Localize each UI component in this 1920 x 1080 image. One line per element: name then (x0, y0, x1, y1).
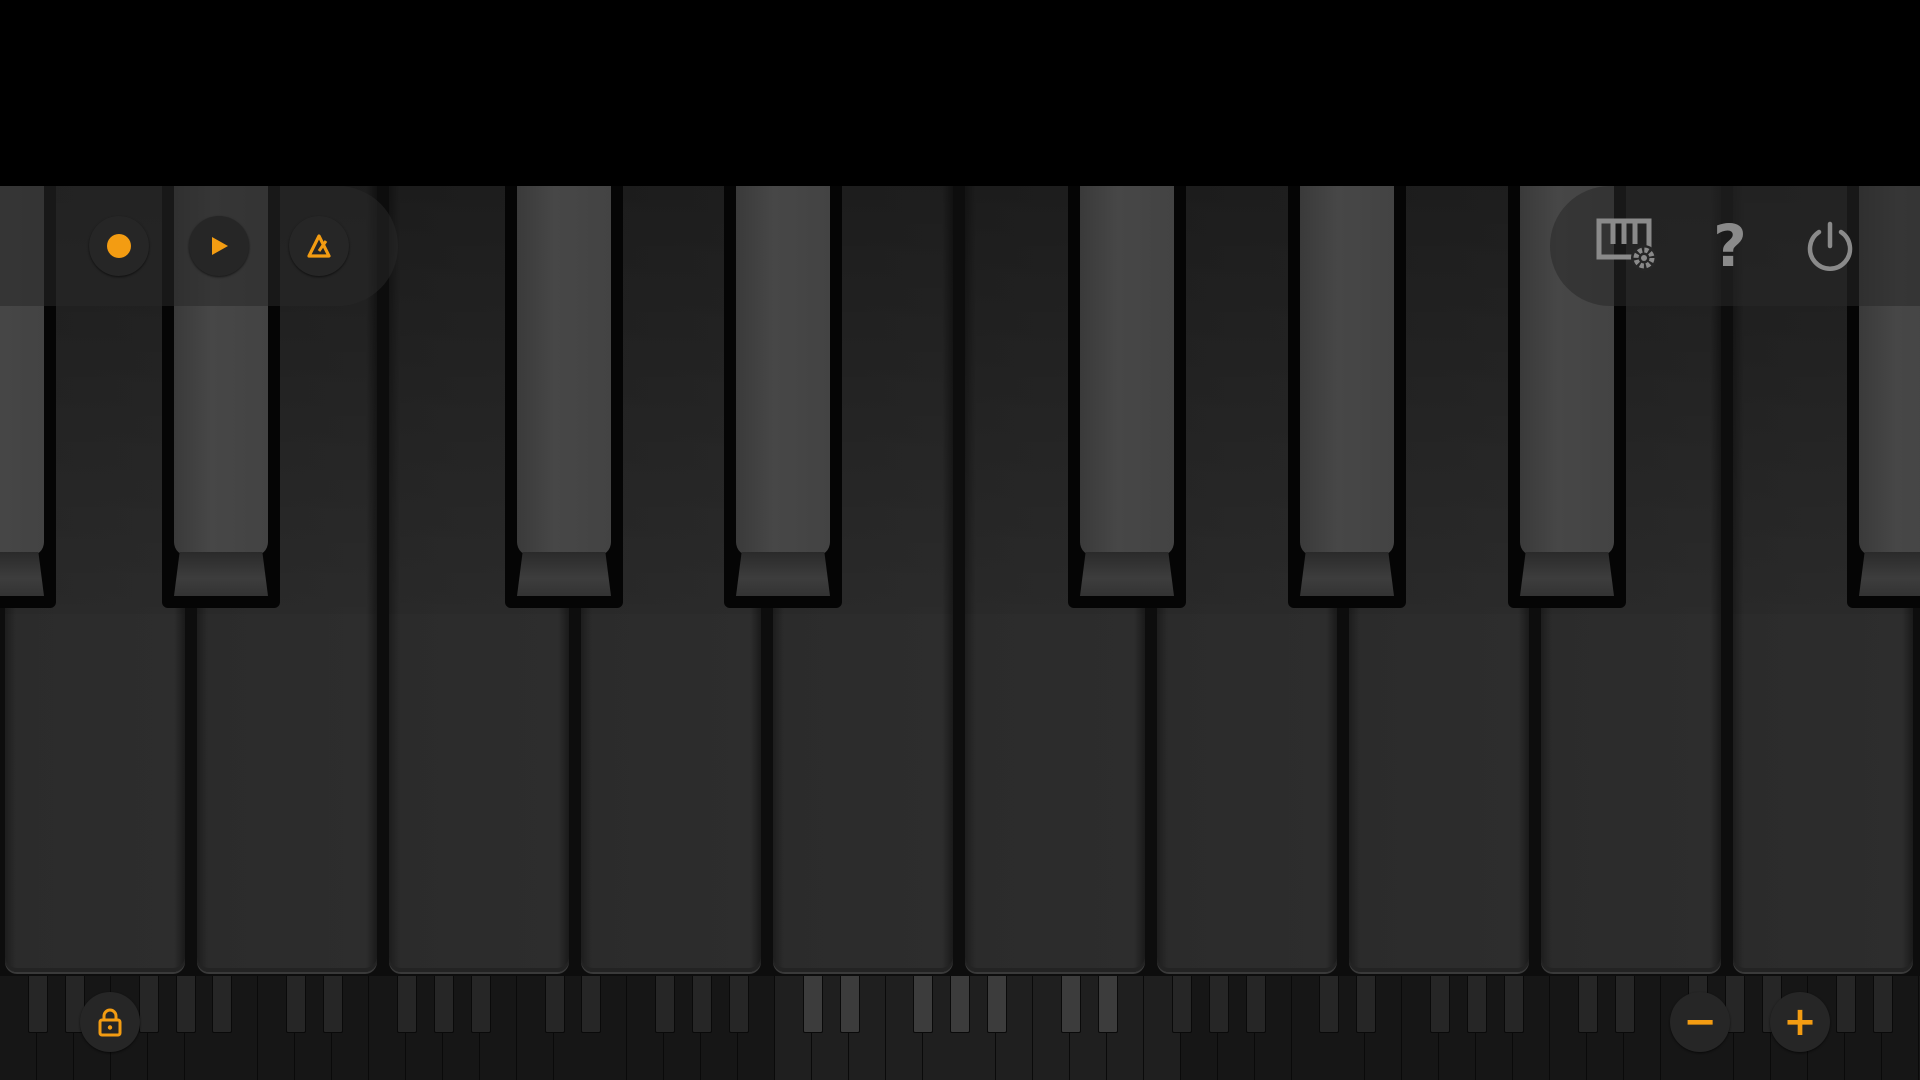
lock-button[interactable] (80, 992, 140, 1052)
black-key-bevel (174, 552, 268, 596)
mini-black-key (1467, 976, 1487, 1033)
metronome-button[interactable] (289, 216, 349, 276)
black-key-bevel (1859, 552, 1920, 596)
keyboard-settings-button[interactable] (1593, 211, 1663, 281)
zoom-in-button[interactable]: + (1770, 992, 1830, 1052)
black-key-face (1080, 186, 1174, 556)
black-key-bevel (1520, 552, 1614, 596)
play-triangle-icon (212, 237, 228, 255)
mini-black-key (1578, 976, 1598, 1033)
record-dot-icon (107, 234, 131, 258)
mini-black-key (286, 976, 306, 1033)
mini-black-key (176, 976, 196, 1033)
question-mark-icon: ? (1713, 212, 1747, 280)
black-key-bevel (517, 552, 611, 596)
mini-black-key (1873, 976, 1893, 1033)
mini-black-key (1061, 976, 1081, 1033)
minus-icon: − (1683, 999, 1717, 1045)
mini-black-key (1209, 976, 1229, 1033)
black-key-face (736, 186, 830, 556)
mini-black-key (581, 976, 601, 1033)
mini-black-key (397, 976, 417, 1033)
mini-black-key (434, 976, 454, 1033)
mini-black-key (840, 976, 860, 1033)
mini-black-key (1098, 976, 1118, 1033)
mini-black-key (1430, 976, 1450, 1033)
mini-black-key (471, 976, 491, 1033)
black-key[interactable] (1288, 186, 1406, 608)
record-button[interactable] (89, 216, 149, 276)
help-button[interactable]: ? (1695, 211, 1765, 281)
piano-stage: ? − + (0, 186, 1920, 1080)
plus-icon: + (1783, 999, 1817, 1045)
black-key-bevel (0, 552, 44, 596)
mini-black-key (692, 976, 712, 1033)
black-key-face (517, 186, 611, 556)
play-button[interactable] (189, 216, 249, 276)
mini-black-key (28, 976, 48, 1033)
mini-black-key (1356, 976, 1376, 1033)
mini-black-key (1172, 976, 1192, 1033)
mini-keyboard-navigator[interactable]: − + (0, 976, 1920, 1080)
mini-black-key (212, 976, 232, 1033)
black-key[interactable] (1068, 186, 1186, 608)
mini-black-key (1319, 976, 1339, 1033)
mini-black-key (1836, 976, 1856, 1033)
black-key[interactable] (505, 186, 623, 608)
mini-black-key (545, 976, 565, 1033)
keyboard-gear-icon (1596, 218, 1657, 271)
mini-black-key (803, 976, 823, 1033)
black-key[interactable] (724, 186, 842, 608)
mini-black-key (139, 976, 159, 1033)
zoom-out-button[interactable]: − (1670, 992, 1730, 1052)
mini-black-key (729, 976, 749, 1033)
settings-toolbar: ? (1550, 186, 1920, 306)
mini-black-key (655, 976, 675, 1033)
mini-black-key (323, 976, 343, 1033)
mini-black-key (950, 976, 970, 1033)
black-key-bevel (736, 552, 830, 596)
metronome-icon (307, 234, 331, 258)
black-key-bevel (1080, 552, 1174, 596)
black-key-face (1300, 186, 1394, 556)
power-button[interactable] (1795, 211, 1865, 281)
transport-toolbar (0, 186, 398, 306)
power-icon (1807, 221, 1853, 271)
mini-black-key (913, 976, 933, 1033)
lock-icon (98, 1008, 122, 1037)
mini-black-key (1615, 976, 1635, 1033)
black-key-bevel (1300, 552, 1394, 596)
mini-black-key (987, 976, 1007, 1033)
mini-black-key (1504, 976, 1524, 1033)
mini-black-key (1246, 976, 1266, 1033)
